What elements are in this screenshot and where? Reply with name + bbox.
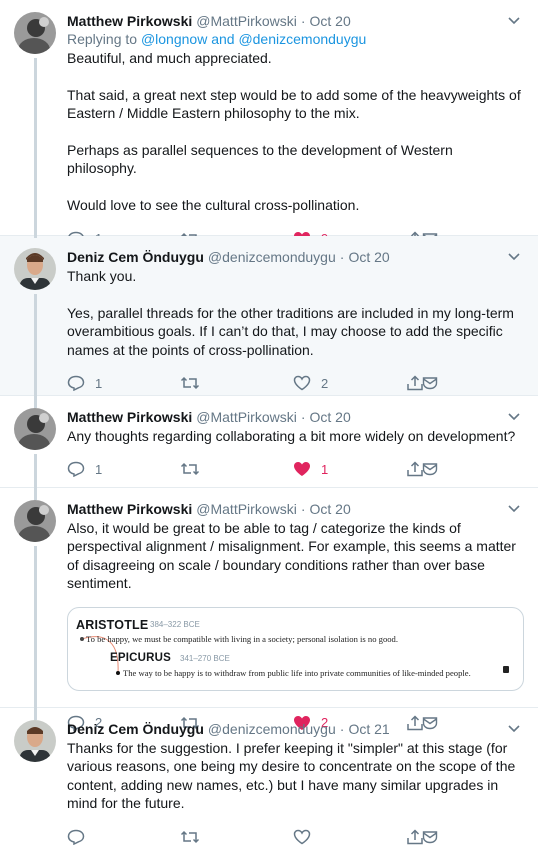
tweet[interactable]: Matthew Pirkowski @MattPirkowski · Oct 2… (0, 0, 538, 247)
author-name[interactable]: Deniz Cem Önduygu (67, 720, 204, 738)
philosopher-dates: 341–270 BCE (180, 653, 230, 663)
retweet-button[interactable] (180, 461, 293, 477)
tweet-actions: 1 1 (67, 457, 524, 481)
tweet-text: Also, it would be great to be able to ta… (67, 520, 520, 592)
book-icon (503, 665, 509, 673)
share-button[interactable] (406, 461, 438, 477)
philosopher-quote: The way to be happy is to withdraw from … (123, 667, 471, 678)
tweet[interactable]: Deniz Cem Önduygu @denizcemonduygu · Oct… (0, 708, 538, 847)
tweet-actions (67, 825, 524, 849)
timestamp[interactable]: Oct 20 (310, 408, 351, 426)
chevron-down-icon[interactable] (504, 720, 524, 738)
author-handle[interactable]: @MattPirkowski (196, 500, 297, 518)
share-button[interactable] (406, 375, 438, 391)
retweet-icon (180, 830, 200, 843)
bullet (116, 670, 120, 675)
like-button[interactable] (293, 829, 406, 845)
philosopher-quote: To be happy, we must be compatible with … (86, 633, 398, 644)
timestamp[interactable]: Oct 21 (348, 720, 389, 738)
timestamp[interactable]: Oct 20 (348, 248, 389, 266)
tweet-actions: 1 2 (67, 371, 524, 395)
thread-connector (34, 546, 37, 720)
author-name[interactable]: Matthew Pirkowski (67, 408, 192, 426)
author-name[interactable]: Deniz Cem Önduygu (67, 248, 204, 266)
reply-button[interactable]: 1 (67, 461, 180, 478)
like-count: 2 (321, 375, 329, 391)
heart-outline-icon (293, 375, 311, 391)
attached-image[interactable]: ARISTOTLE 384–322 BCE To be happy, we mu… (67, 606, 524, 691)
author-handle[interactable]: @MattPirkowski (196, 12, 297, 30)
reply-icon (67, 462, 85, 478)
retweet-button[interactable] (180, 375, 293, 391)
replying-to: Replying to @longnow and @denizcemonduyg… (67, 31, 367, 47)
tweet-text: Any thoughts regarding collaborating a b… (67, 428, 516, 444)
reply-icon (67, 375, 85, 392)
retweet-icon (180, 376, 200, 390)
avatar[interactable] (14, 12, 56, 54)
retweet-icon (180, 463, 200, 476)
chevron-down-icon[interactable] (504, 248, 524, 266)
heart-filled-icon (294, 462, 310, 477)
author-name[interactable]: Matthew Pirkowski (67, 500, 192, 518)
chevron-down-icon[interactable] (504, 500, 524, 518)
like-button[interactable]: 2 (293, 375, 406, 391)
avatar[interactable] (14, 720, 56, 762)
retweet-button[interactable] (180, 829, 293, 845)
tweet[interactable]: Deniz Cem Önduygu @denizcemonduygu · Oct… (0, 236, 538, 408)
dm-envelope-icon (422, 463, 438, 476)
reply-button[interactable]: 1 (67, 375, 180, 392)
thread-connector (34, 294, 37, 408)
reply-button[interactable] (67, 829, 180, 845)
heart-outline-icon (293, 829, 311, 844)
philosopher-name: EPICURUS (110, 651, 172, 664)
reply-count: 1 (95, 461, 103, 477)
conversation-thread: Matthew Pirkowski @MattPirkowski · Oct 2… (0, 0, 538, 847)
like-button[interactable]: 1 (293, 461, 406, 477)
thread-connector (34, 454, 37, 500)
timestamp[interactable]: Oct 20 (310, 12, 351, 30)
reply-icon (67, 829, 85, 845)
tweet-text: Thank you. Yes, parallel threads for the… (67, 268, 514, 358)
tweet[interactable]: Matthew Pirkowski @MattPirkowski · Oct 2… (0, 488, 538, 731)
author-name[interactable]: Matthew Pirkowski (67, 12, 192, 30)
tweet-text: Beautiful, and much appreciated. That sa… (67, 50, 521, 214)
author-handle[interactable]: @MattPirkowski (196, 408, 297, 426)
like-count: 1 (321, 461, 329, 477)
tweet-text: Thanks for the suggestion. I prefer keep… (67, 740, 520, 812)
tweet[interactable]: Matthew Pirkowski @MattPirkowski · Oct 2… (0, 396, 538, 500)
dm-envelope-icon (422, 830, 438, 843)
timestamp[interactable]: Oct 20 (310, 500, 351, 518)
author-handle[interactable]: @denizcemonduygu (208, 720, 336, 738)
bullet (80, 636, 84, 641)
reply-count: 1 (95, 375, 103, 391)
thread-connector (34, 58, 37, 238)
share-button[interactable] (406, 829, 438, 845)
chevron-down-icon[interactable] (504, 408, 524, 426)
reply-users-link[interactable]: @longnow and @denizcemonduygu (141, 31, 366, 47)
chevron-down-icon[interactable] (504, 12, 524, 30)
dm-envelope-icon (422, 377, 438, 390)
philosopher-dates: 384–322 BCE (150, 619, 200, 629)
author-handle[interactable]: @denizcemonduygu (208, 248, 336, 266)
avatar[interactable] (14, 500, 56, 542)
avatar[interactable] (14, 408, 56, 450)
avatar[interactable] (14, 248, 56, 290)
philosopher-name: ARISTOTLE (76, 617, 149, 632)
